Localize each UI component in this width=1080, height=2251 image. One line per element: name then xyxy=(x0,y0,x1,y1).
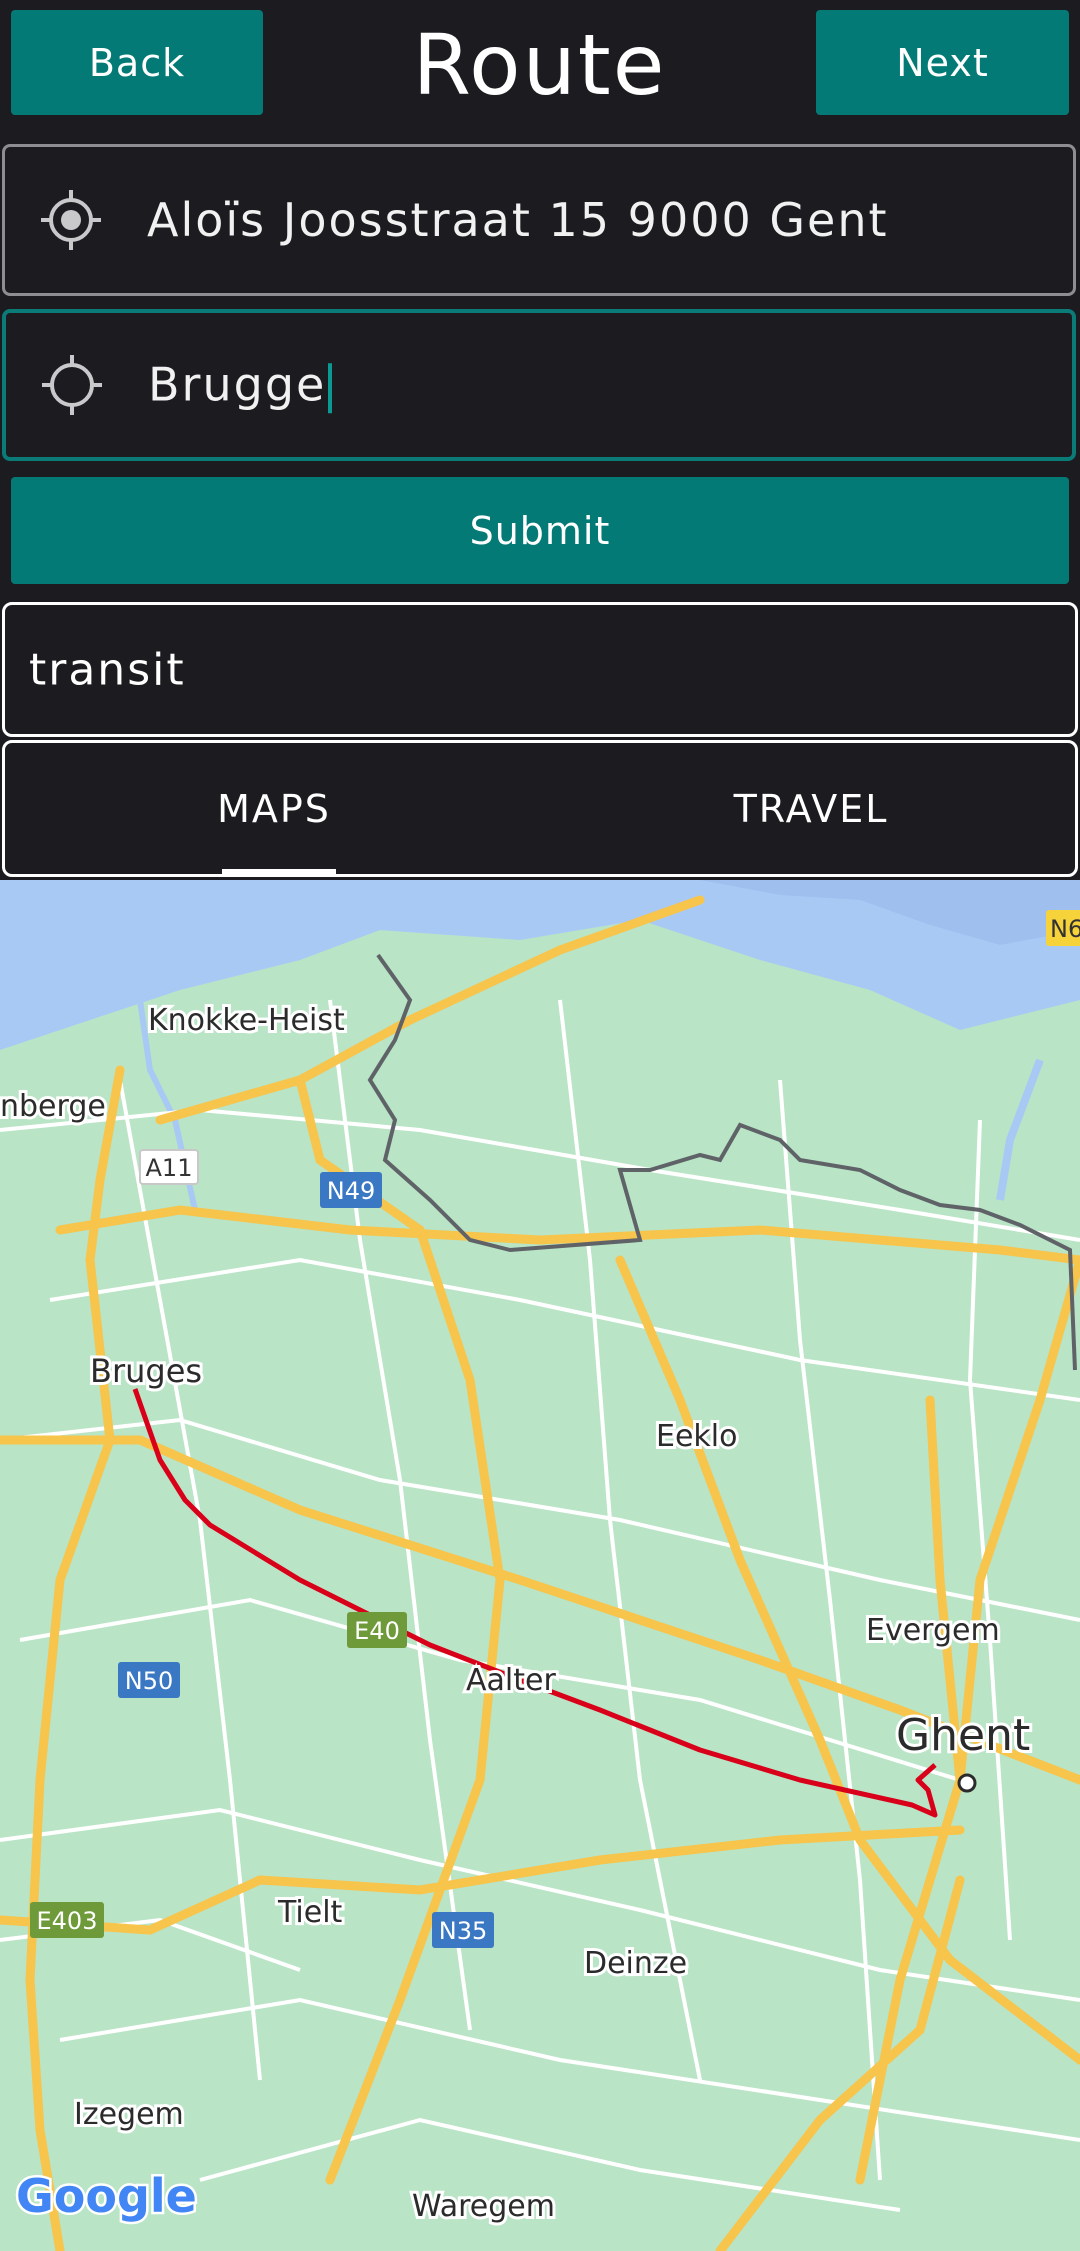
tab-travel[interactable]: TRAVEL xyxy=(543,743,1079,874)
origin-input[interactable]: Aloïs Joosstraat 15 9000 Gent xyxy=(2,144,1076,296)
shield-n35: N35 xyxy=(432,1912,494,1948)
label-eeklo: Eeklo xyxy=(656,1419,737,1454)
shield-e403: E403 xyxy=(30,1902,104,1938)
location-target-icon[interactable] xyxy=(40,353,104,417)
next-button[interactable]: Next xyxy=(816,10,1069,115)
shield-n50-text: N50 xyxy=(125,1667,174,1695)
shield-n50: N50 xyxy=(118,1662,180,1698)
label-tielt: Tielt xyxy=(277,1895,343,1930)
shield-n35-text: N35 xyxy=(439,1917,488,1945)
destination-value[interactable]: Brugge xyxy=(148,357,333,413)
submit-button[interactable]: Submit xyxy=(11,477,1069,584)
label-evergem: Evergem xyxy=(866,1613,1000,1648)
label-deinze: Deinze xyxy=(584,1946,687,1981)
page-title: Route xyxy=(412,16,667,114)
my-location-icon[interactable] xyxy=(39,188,103,252)
shield-e40-text: E40 xyxy=(354,1617,400,1645)
route-map[interactable]: Knokke-Heist nberge Bruges Eeklo Evergem… xyxy=(0,880,1080,2251)
tab-maps[interactable]: MAPS xyxy=(5,743,543,874)
destination-text: Brugge xyxy=(148,357,327,412)
shield-a11: A11 xyxy=(139,1149,199,1185)
shield-e40: E40 xyxy=(347,1612,407,1648)
shield-n6: N6 xyxy=(1046,910,1080,946)
top-bar: Back Route Next xyxy=(0,0,1080,136)
label-ghent: Ghent xyxy=(896,1710,1030,1761)
shield-n49: N49 xyxy=(320,1172,382,1208)
travel-mode-input[interactable]: transit xyxy=(2,602,1078,737)
text-cursor xyxy=(328,362,333,413)
map-land xyxy=(0,880,1080,2251)
back-button[interactable]: Back xyxy=(11,10,263,115)
shield-a11-text: A11 xyxy=(146,1154,193,1182)
origin-value[interactable]: Aloïs Joosstraat 15 9000 Gent xyxy=(147,193,889,247)
ghent-center-marker xyxy=(957,1773,977,1793)
shield-n49-text: N49 xyxy=(327,1177,376,1205)
label-blankenberge: nberge xyxy=(0,1089,106,1124)
label-waregem: Waregem xyxy=(412,2189,555,2224)
tab-selected-indicator xyxy=(222,869,336,876)
tab-bar: MAPS TRAVEL xyxy=(2,740,1078,877)
shield-n6-text: N6 xyxy=(1050,915,1080,943)
map-canvas[interactable]: Knokke-Heist nberge Bruges Eeklo Evergem… xyxy=(0,880,1080,2251)
google-logo: Google xyxy=(16,2169,197,2223)
travel-mode-value[interactable]: transit xyxy=(29,644,186,695)
label-knokke-heist: Knokke-Heist xyxy=(148,1003,345,1038)
destination-input[interactable]: Brugge xyxy=(2,309,1076,461)
label-aalter: Aalter xyxy=(466,1663,556,1698)
label-bruges: Bruges xyxy=(90,1352,202,1390)
label-izegem: Izegem xyxy=(74,2097,184,2132)
shield-e403-text: E403 xyxy=(37,1907,98,1935)
